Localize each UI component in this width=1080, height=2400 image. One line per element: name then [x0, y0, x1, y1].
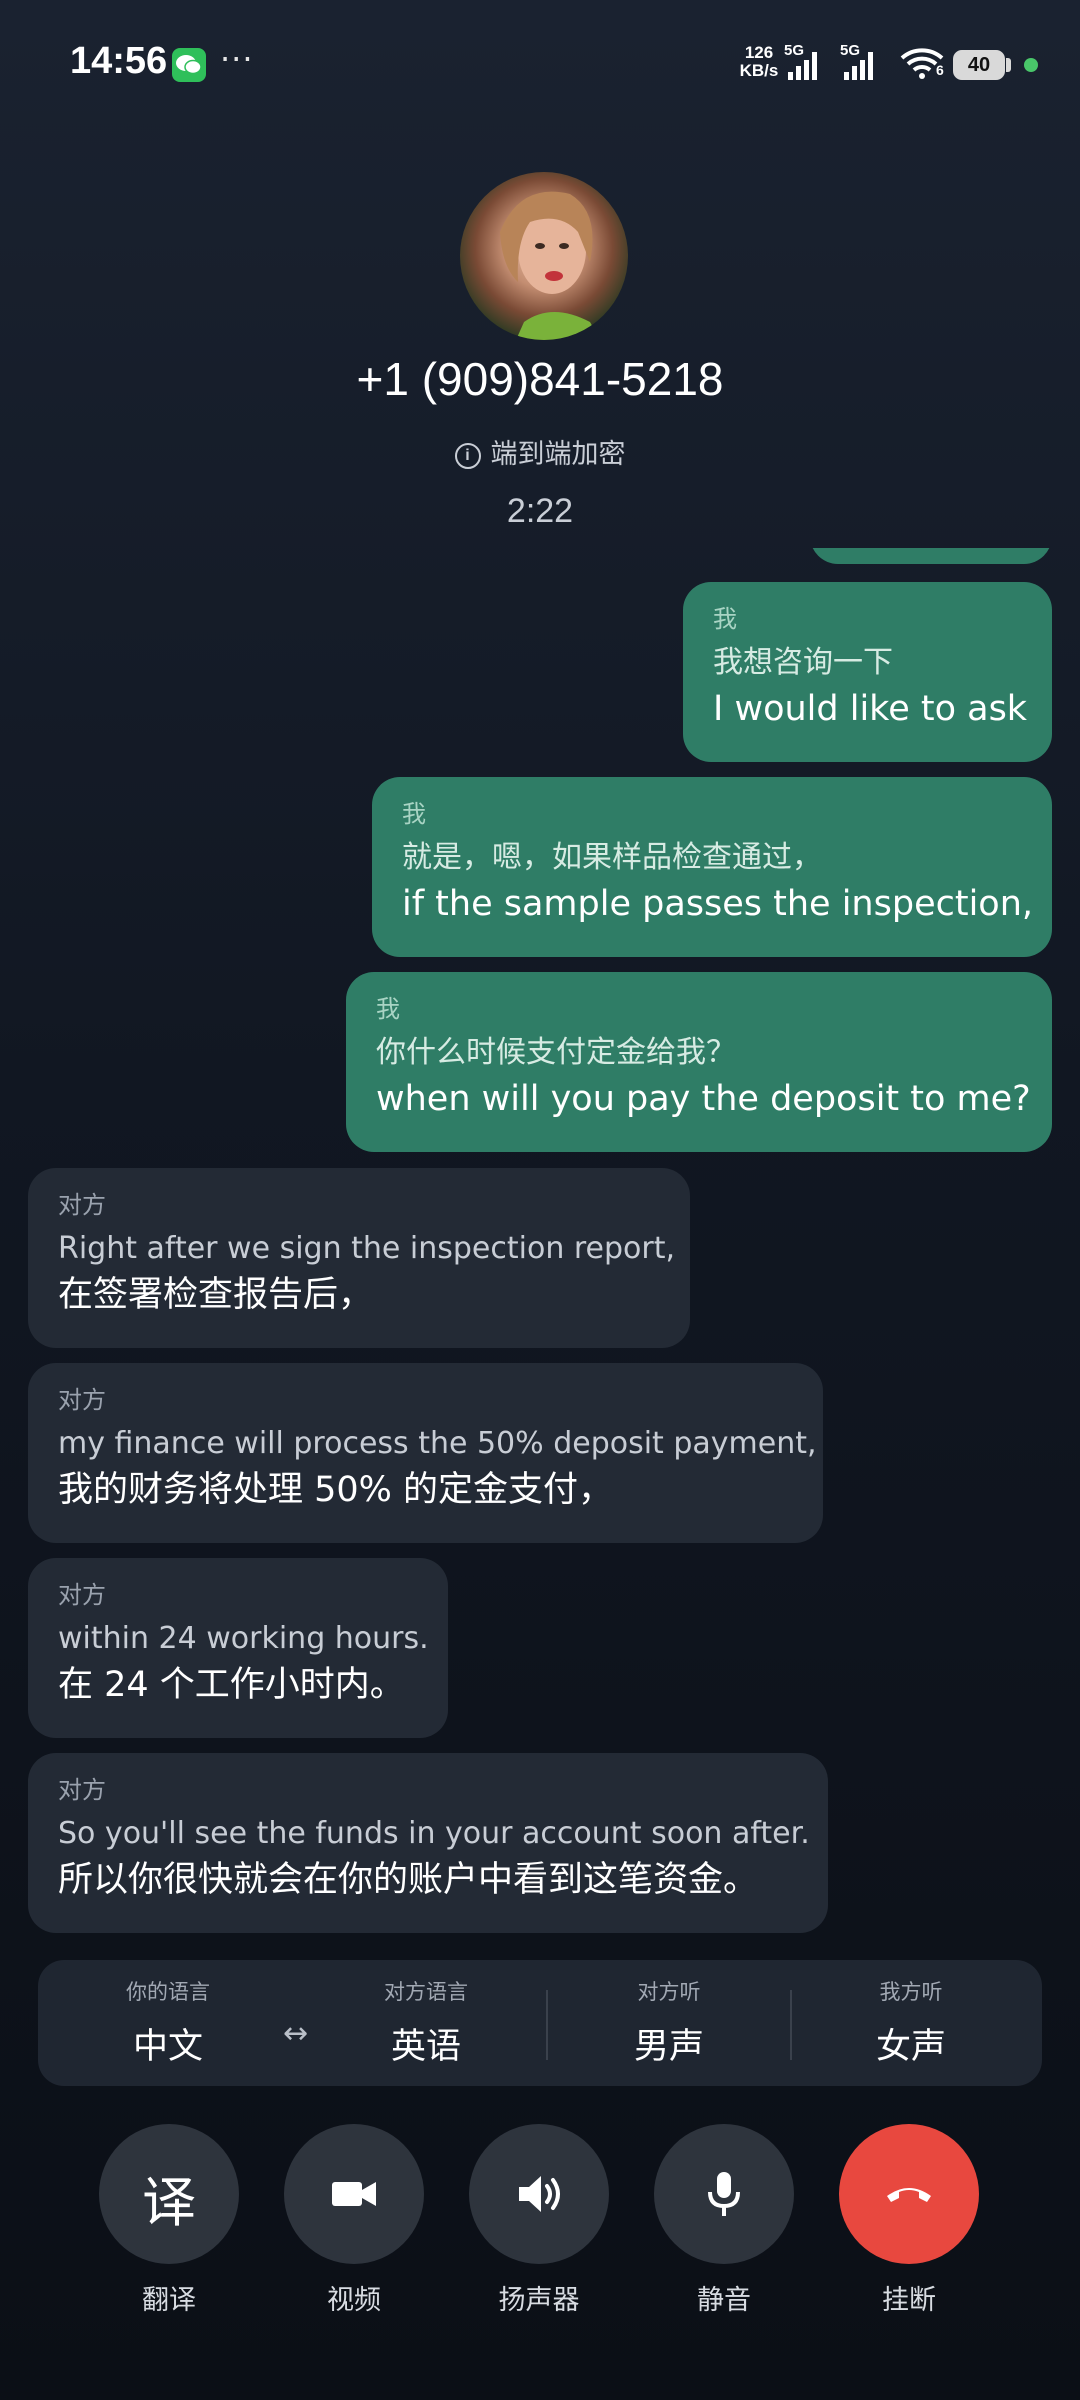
- my-language-selector[interactable]: 你的语言 中文: [68, 1960, 268, 2086]
- speaker-label: 扬声器: [498, 2285, 580, 2316]
- privacy-indicator-dot: [1024, 58, 1038, 72]
- message-bubble-mine[interactable]: 我 就是，嗯，如果样品检查通过， if the sample passes th…: [372, 777, 1052, 957]
- message-source-text: my finance will process the 50% deposit …: [58, 1426, 817, 1461]
- swap-languages-icon[interactable]: ↔: [283, 2016, 308, 2051]
- mute-button[interactable]: [654, 2124, 794, 2264]
- video-control: 视频: [284, 2124, 424, 2317]
- network-speed-unit: KB/s: [739, 61, 779, 80]
- battery-level: 40: [967, 54, 991, 76]
- message-source-text: 你什么时候支付定金给我？: [376, 1035, 736, 1070]
- encryption-status[interactable]: i 端到端加密: [0, 432, 1080, 471]
- they-hear-value: 男声: [633, 2027, 704, 2067]
- they-hear-voice-selector[interactable]: 对方听 男声: [569, 1960, 769, 2086]
- more-notifications-icon: ···: [220, 40, 254, 78]
- info-icon: i: [454, 443, 481, 469]
- message-translation: if the sample passes the inspection,: [402, 884, 1034, 924]
- network-speed-value: 126: [744, 43, 774, 62]
- speaker-control: 扬声器: [469, 2124, 609, 2317]
- translate-label: 翻译: [142, 2285, 196, 2316]
- hangup-control: 挂断: [839, 2124, 979, 2317]
- message-source-text: 我想咨询一下: [713, 645, 893, 680]
- message-translation: when will you pay the deposit to me?: [376, 1079, 1031, 1119]
- message-bubble-mine[interactable]: 我 你什么时候支付定金给我？ when will you pay the dep…: [346, 972, 1052, 1152]
- message-bubble-theirs[interactable]: 对方 within 24 working hours. 在 24 个工作小时内。: [28, 1558, 448, 1738]
- message-bubble-partial: [810, 548, 1052, 564]
- battery-icon: 40: [953, 50, 1005, 80]
- mute-label: 静音: [697, 2285, 751, 2316]
- message-speaker: 我: [376, 995, 400, 1023]
- hangup-button[interactable]: [839, 2124, 979, 2264]
- hangup-label: 挂断: [882, 2285, 936, 2316]
- hangup-phone-icon: [887, 2188, 931, 2202]
- message-translation: 在 24 个工作小时内。: [58, 1665, 405, 1705]
- their-language-value: 英语: [390, 2027, 461, 2067]
- message-translation: I would like to ask: [713, 689, 1028, 729]
- they-hear-label: 对方听: [637, 1980, 701, 2004]
- message-speaker: 我: [713, 605, 737, 633]
- video-camera-icon: [332, 2182, 376, 2206]
- message-speaker: 对方: [58, 1386, 106, 1414]
- wifi-label: 6: [936, 62, 944, 78]
- microphone-icon: [708, 2172, 740, 2216]
- message-bubble-theirs[interactable]: 对方 my finance will process the 50% depos…: [28, 1363, 823, 1543]
- message-speaker: 对方: [58, 1191, 106, 1219]
- message-bubble-theirs[interactable]: 对方 So you'll see the funds in your accou…: [28, 1753, 828, 1933]
- message-source-text: 就是，嗯，如果样品检查通过，: [402, 840, 822, 875]
- their-language-selector[interactable]: 对方语言 英语: [326, 1960, 526, 2086]
- call-duration: 2:22: [506, 492, 574, 530]
- wechat-notification-icon: [172, 48, 206, 82]
- translation-settings-bar: 你的语言 中文 ↔ 对方语言 英语 对方听 男声 我方听 女声: [38, 1960, 1042, 2086]
- translate-control: 译 翻译: [99, 2124, 239, 2317]
- speaker-icon: [519, 2176, 560, 2212]
- battery-tip: [1006, 58, 1011, 72]
- contact-avatar: [460, 172, 628, 340]
- translate-icon: 译: [142, 2171, 196, 2234]
- divider: [546, 1990, 548, 2060]
- my-language-label: 你的语言: [126, 1980, 210, 2004]
- i-hear-label: 我方听: [879, 1980, 943, 2004]
- message-translation: 所以你很快就会在你的账户中看到这笔资金。: [58, 1860, 759, 1900]
- message-translation: 在签署检查报告后，: [58, 1275, 374, 1315]
- message-bubble-mine[interactable]: 我 我想咨询一下 I would like to ask: [683, 582, 1052, 762]
- network-speed: 126 KB/s: [737, 44, 781, 80]
- message-source-text: So you'll see the funds in your account …: [58, 1816, 810, 1851]
- translate-button[interactable]: 译: [99, 2124, 239, 2264]
- transcript-list[interactable]: 我 我想咨询一下 I would like to ask 我 就是，嗯，如果样品…: [0, 548, 1080, 1938]
- mute-control: 静音: [654, 2124, 794, 2317]
- speaker-button[interactable]: [469, 2124, 609, 2264]
- message-speaker: 对方: [58, 1776, 106, 1804]
- message-speaker: 对方: [58, 1581, 106, 1609]
- video-button[interactable]: [284, 2124, 424, 2264]
- message-source-text: Right after we sign the inspection repor…: [58, 1231, 676, 1266]
- message-bubble-theirs[interactable]: 对方 Right after we sign the inspection re…: [28, 1168, 690, 1348]
- wifi-icon: 6: [900, 46, 946, 84]
- video-label: 视频: [327, 2285, 381, 2316]
- contact-number: +1 (909)841-5218: [356, 353, 724, 405]
- their-language-label: 对方语言: [384, 1980, 468, 2004]
- message-source-text: within 24 working hours.: [58, 1621, 429, 1656]
- i-hear-voice-selector[interactable]: 我方听 女声: [811, 1960, 1011, 2086]
- i-hear-value: 女声: [875, 2027, 946, 2067]
- status-bar: 14:56 ··· 126 KB/s 5G 5G 6 40: [0, 0, 1080, 130]
- status-time: 14:56: [70, 40, 168, 82]
- divider: [790, 1990, 792, 2060]
- encryption-label: 端到端加密: [490, 439, 626, 470]
- message-speaker: 我: [402, 800, 426, 828]
- message-translation: 我的财务将处理 50% 的定金支付，: [58, 1470, 614, 1510]
- my-language-value: 中文: [132, 2027, 203, 2067]
